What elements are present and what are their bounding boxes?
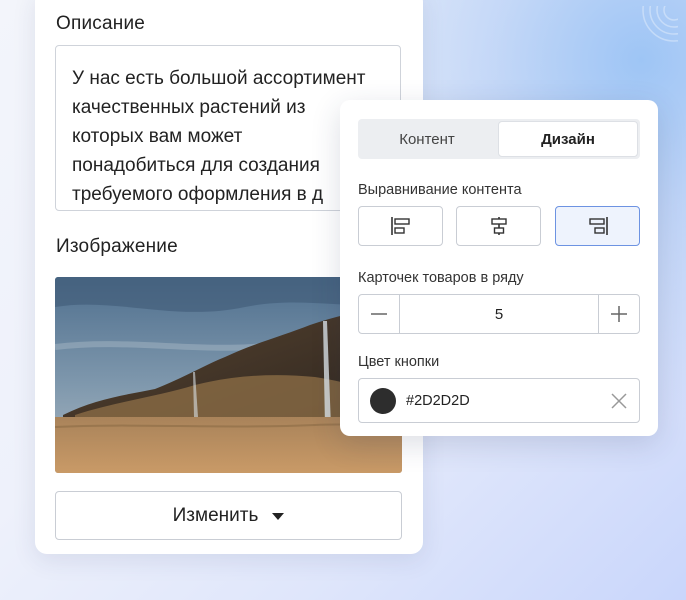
cards-per-row-label: Карточек товаров в ряду [358,270,524,286]
description-line: понадобиться для создания [72,155,320,176]
change-image-button[interactable]: Изменить [55,491,402,540]
tab-design[interactable]: Дизайн [498,121,638,157]
alignment-label: Выравнивание контента [358,182,522,198]
change-button-label: Изменить [172,504,259,526]
color-hex-value[interactable]: #2D2D2D [406,393,599,409]
button-color-label: Цвет кнопки [358,354,440,370]
cards-per-row-value[interactable]: 5 [399,295,599,333]
align-right-icon [588,217,608,235]
align-center-icon [490,217,507,235]
description-line: требуемого оформления в д [72,184,324,205]
align-left-button[interactable] [358,206,443,246]
align-right-button[interactable] [555,206,640,246]
clear-color-button[interactable] [599,392,639,410]
tab-content[interactable]: Контент [358,119,496,159]
description-line: которых вам может [72,126,243,147]
plus-icon [611,306,627,322]
button-color-field[interactable]: #2D2D2D [358,378,640,423]
close-icon [611,392,627,409]
align-left-icon [390,217,410,235]
image-label: Изображение [56,236,178,257]
decorative-swirl-icon [642,6,678,42]
settings-panel: Контент Дизайн Выравнивание контента Кар… [340,100,658,436]
caret-down-icon [272,513,285,520]
description-line: У нас есть большой ассортимент [72,68,366,89]
color-swatch[interactable] [370,387,396,414]
panel-tabs: Контент Дизайн [358,119,640,159]
decrement-button[interactable] [359,295,399,333]
increment-button[interactable] [599,295,639,333]
description-line: качественных растений из [72,97,306,118]
cards-per-row-stepper[interactable]: 5 [358,294,640,334]
description-label: Описание [56,13,146,34]
minus-icon [371,313,387,315]
align-center-button[interactable] [456,206,541,246]
